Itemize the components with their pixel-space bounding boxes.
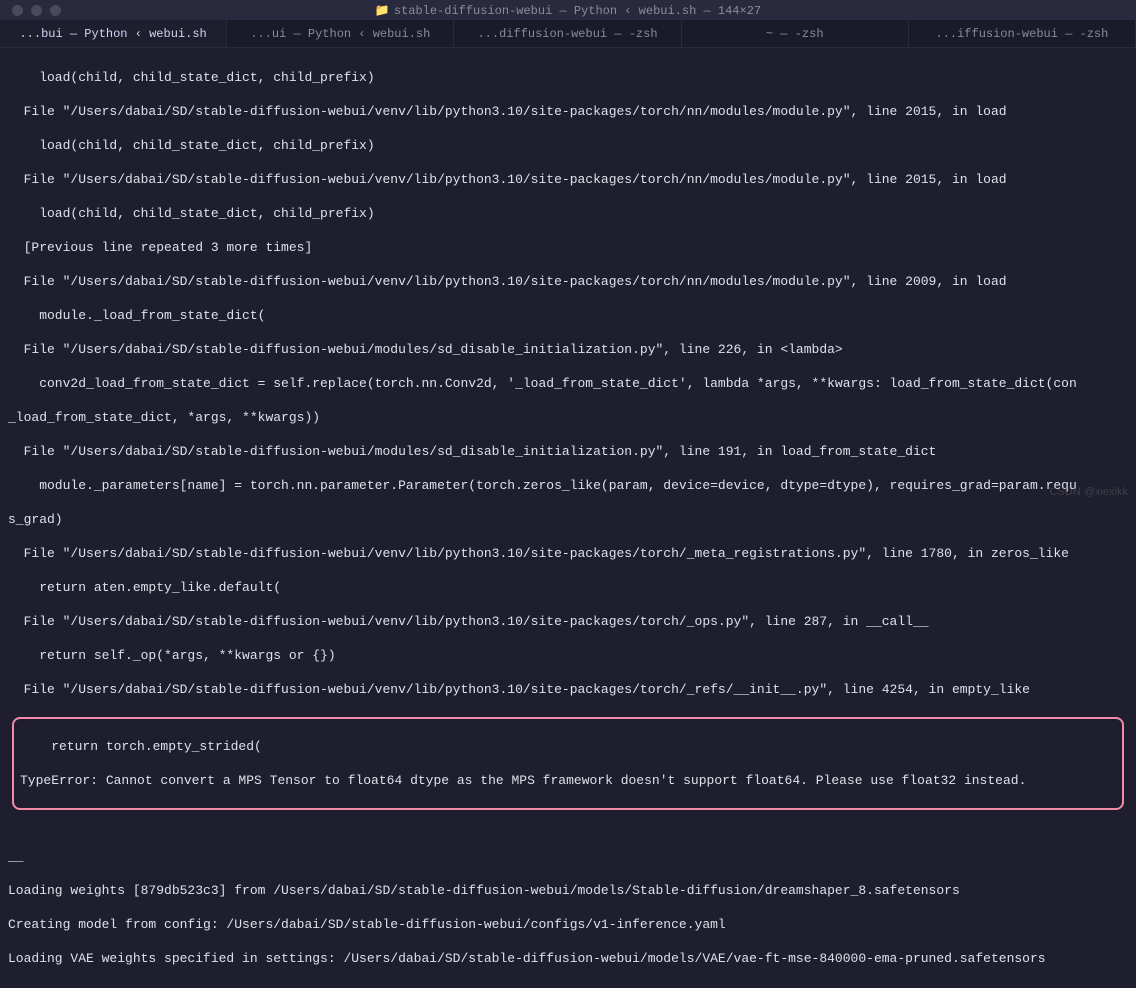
- window-titlebar: 📁 stable-diffusion-webui — Python ‹ webui…: [0, 0, 1136, 20]
- error-message: TypeError: Cannot convert a MPS Tensor t…: [20, 772, 1116, 789]
- traceback-line: conv2d_load_from_state_dict = self.repla…: [8, 375, 1128, 392]
- tab-bar: ...bui — Python ‹ webui.sh ...ui — Pytho…: [0, 20, 1136, 48]
- loading-line: Loading weights [879db523c3] from /Users…: [8, 882, 1128, 899]
- traceback-line: File "/Users/dabai/SD/stable-diffusion-w…: [8, 545, 1128, 562]
- maximize-window-button[interactable]: [50, 5, 61, 16]
- traceback-line: File "/Users/dabai/SD/stable-diffusion-w…: [8, 171, 1128, 188]
- traceback-line: File "/Users/dabai/SD/stable-diffusion-w…: [8, 443, 1128, 460]
- traceback-line: File "/Users/dabai/SD/stable-diffusion-w…: [8, 341, 1128, 358]
- window-title-text: stable-diffusion-webui — Python ‹ webui.…: [394, 4, 761, 18]
- tab-1[interactable]: ...ui — Python ‹ webui.sh: [227, 20, 454, 47]
- watermark: CSDN @xiexikk: [1050, 486, 1128, 498]
- traceback-line: module._parameters[name] = torch.nn.para…: [8, 477, 1128, 494]
- traceback-line: File "/Users/dabai/SD/stable-diffusion-w…: [8, 681, 1128, 698]
- minimize-window-button[interactable]: [31, 5, 42, 16]
- traceback-line: load(child, child_state_dict, child_pref…: [8, 69, 1128, 86]
- tab-0[interactable]: ...bui — Python ‹ webui.sh: [0, 20, 227, 47]
- prompt-line: __: [8, 848, 1128, 865]
- tab-2[interactable]: ...diffusion-webui — -zsh: [454, 20, 681, 47]
- traceback-line: return aten.empty_like.default(: [8, 579, 1128, 596]
- traceback-line: s_grad): [8, 511, 1128, 528]
- close-window-button[interactable]: [12, 5, 23, 16]
- tab-3[interactable]: ~ — -zsh: [682, 20, 909, 47]
- traceback-line: File "/Users/dabai/SD/stable-diffusion-w…: [8, 103, 1128, 120]
- loading-line: Creating model from config: /Users/dabai…: [8, 916, 1128, 933]
- loading-line: Loading VAE weights specified in setting…: [8, 950, 1128, 967]
- traceback-line: _load_from_state_dict, *args, **kwargs)): [8, 409, 1128, 426]
- traceback-line: File "/Users/dabai/SD/stable-diffusion-w…: [8, 613, 1128, 630]
- tab-4[interactable]: ...iffusion-webui — -zsh: [909, 20, 1136, 47]
- traceback-line: load(child, child_state_dict, child_pref…: [8, 137, 1128, 154]
- error-highlight-box: return torch.empty_strided( TypeError: C…: [12, 717, 1124, 810]
- traceback-line: File "/Users/dabai/SD/stable-diffusion-w…: [8, 273, 1128, 290]
- error-line: return torch.empty_strided(: [20, 738, 1116, 755]
- traceback-line: [Previous line repeated 3 more times]: [8, 239, 1128, 256]
- traceback-line: module._load_from_state_dict(: [8, 307, 1128, 324]
- terminal-output[interactable]: load(child, child_state_dict, child_pref…: [0, 48, 1136, 988]
- traffic-lights: [12, 5, 61, 16]
- traceback-line: load(child, child_state_dict, child_pref…: [8, 205, 1128, 222]
- traceback-line: return self._op(*args, **kwargs or {}): [8, 647, 1128, 664]
- window-title: 📁 stable-diffusion-webui — Python ‹ webui…: [10, 3, 1126, 18]
- folder-icon: 📁: [375, 4, 390, 18]
